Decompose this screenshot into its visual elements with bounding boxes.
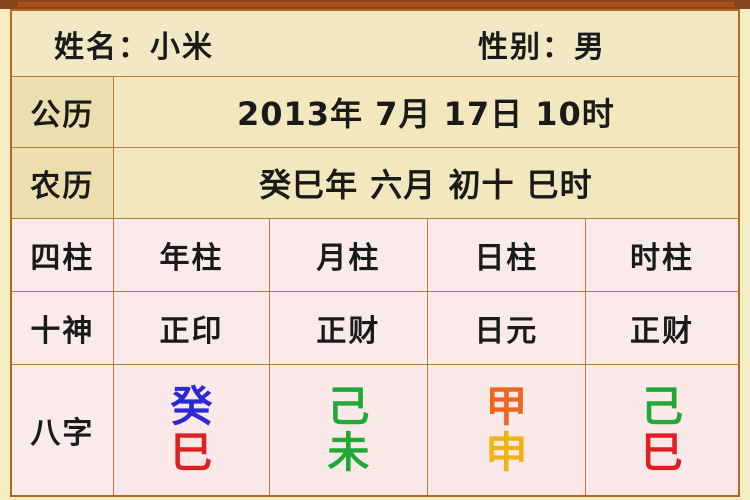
pillar-header-day: 日柱 bbox=[426, 218, 587, 292]
bazi-stem-month: 己 bbox=[327, 382, 370, 431]
person-gender-label: 性别：男 bbox=[478, 29, 606, 65]
lunar-date-row: 农历 癸巳年 六月 初十 巳时 bbox=[10, 147, 740, 219]
lunar-date-label: 农历 bbox=[10, 147, 114, 219]
ten-gods-label: 十神 bbox=[10, 291, 114, 365]
bazi-row: 八字 癸 巳 己 未 甲 申 己 巳 bbox=[10, 364, 740, 497]
pillar-header-hour: 时柱 bbox=[585, 218, 740, 292]
bazi-branch-day: 申 bbox=[485, 428, 528, 477]
left-page-margin bbox=[0, 9, 10, 500]
top-decoration-band-inner bbox=[18, 2, 734, 7]
top-decoration-band bbox=[0, 0, 750, 9]
solar-date-row: 公历 2013年 7月 17日 10时 bbox=[10, 76, 740, 148]
person-info-row: 姓名：小米 性别：男 bbox=[10, 9, 740, 77]
bazi-cell-hour: 己 巳 bbox=[585, 364, 740, 497]
pillar-header-month: 月柱 bbox=[269, 218, 428, 292]
bazi-chart-page: 姓名：小米 性别：男 公历 2013年 7月 17日 10时 农历 癸巳年 六月… bbox=[0, 0, 750, 500]
ten-gods-day: 日元 bbox=[426, 291, 587, 365]
pillar-header-year: 年柱 bbox=[112, 218, 271, 292]
bazi-branch-month: 未 bbox=[327, 428, 370, 477]
four-pillars-row: 四柱 年柱 月柱 日柱 时柱 bbox=[10, 218, 740, 292]
four-pillars-label: 四柱 bbox=[10, 218, 114, 292]
bazi-stem-day: 甲 bbox=[485, 382, 528, 431]
person-info-cell: 姓名：小米 性别：男 bbox=[10, 9, 740, 77]
bazi-stem-year: 癸 bbox=[170, 382, 213, 431]
bazi-cell-year: 癸 巳 bbox=[112, 364, 271, 497]
bazi-cell-day: 甲 申 bbox=[426, 364, 587, 497]
bazi-branch-hour: 巳 bbox=[641, 428, 684, 477]
bazi-branch-year: 巳 bbox=[170, 428, 213, 477]
bazi-table: 姓名：小米 性别：男 公历 2013年 7月 17日 10时 农历 癸巳年 六月… bbox=[10, 9, 740, 497]
person-name-label: 姓名：小米 bbox=[54, 29, 214, 65]
right-page-margin bbox=[740, 9, 750, 500]
ten-gods-month: 正财 bbox=[269, 291, 428, 365]
ten-gods-hour: 正财 bbox=[585, 291, 740, 365]
ten-gods-year: 正印 bbox=[112, 291, 271, 365]
bazi-label: 八字 bbox=[10, 364, 114, 497]
lunar-date-value: 癸巳年 六月 初十 巳时 bbox=[112, 147, 740, 219]
solar-date-label: 公历 bbox=[10, 76, 114, 148]
solar-date-value: 2013年 7月 17日 10时 bbox=[112, 76, 740, 148]
ten-gods-row: 十神 正印 正财 日元 正财 bbox=[10, 291, 740, 365]
bazi-stem-hour: 己 bbox=[641, 382, 684, 431]
bazi-cell-month: 己 未 bbox=[269, 364, 428, 497]
